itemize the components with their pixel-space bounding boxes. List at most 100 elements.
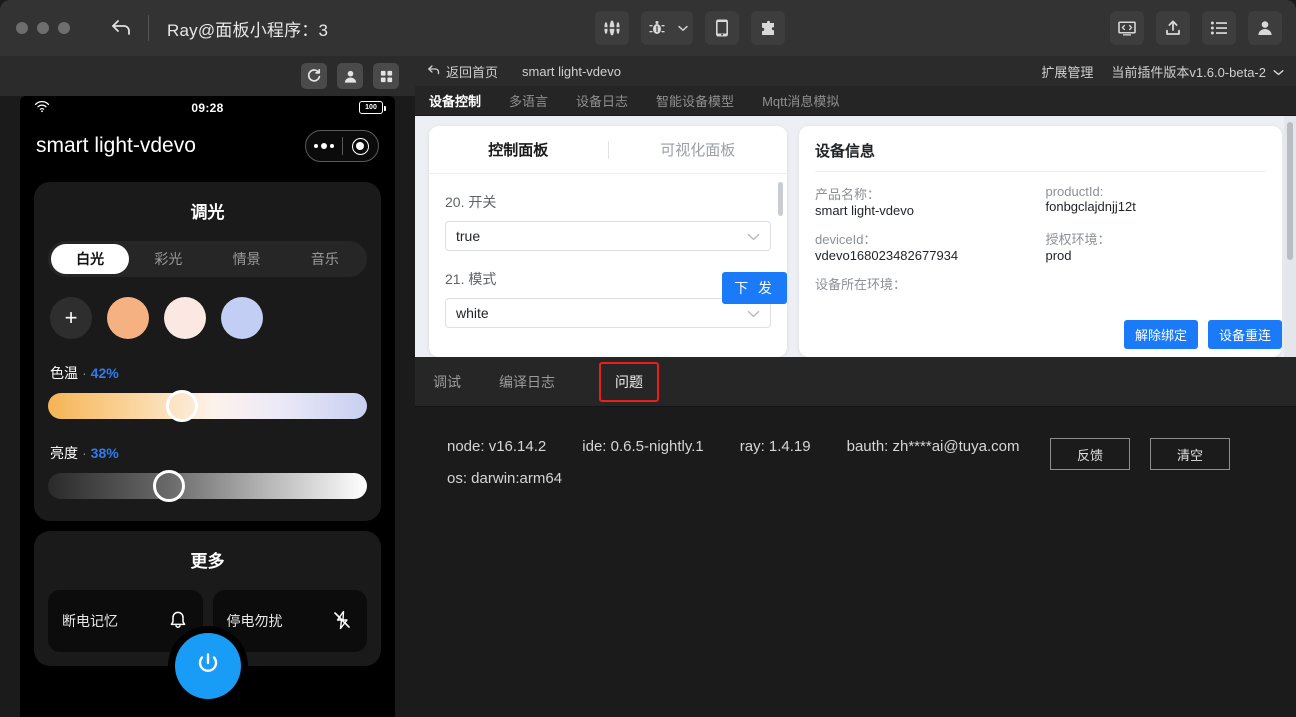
grid-icon[interactable] bbox=[373, 63, 399, 89]
back-home-button[interactable]: 返回首页 bbox=[427, 62, 498, 81]
upload-icon[interactable] bbox=[1156, 11, 1190, 45]
list-icon[interactable] bbox=[1202, 11, 1236, 45]
phone-header: smart light-vdevo bbox=[20, 120, 395, 172]
add-swatch-button[interactable]: + bbox=[50, 297, 92, 339]
more-title: 更多 bbox=[190, 552, 225, 571]
mini-program-capsule[interactable] bbox=[305, 130, 379, 162]
color-swatch-3[interactable] bbox=[221, 297, 263, 339]
toolbar-right-group bbox=[1110, 11, 1282, 45]
device-info-key: deviceId： bbox=[815, 232, 877, 247]
ptab-visual-panel[interactable]: 可视化面板 bbox=[609, 139, 788, 160]
breadcrumb-device-name: smart light-vdevo bbox=[522, 63, 621, 79]
tab-mqtt-simulation[interactable]: Mqtt消息模拟 bbox=[762, 91, 839, 110]
plugin-version-label: 当前插件版本v1.6.0-beta-2 bbox=[1111, 64, 1266, 80]
temperature-value: 42% bbox=[90, 365, 119, 381]
tab-smart-device-model[interactable]: 智能设备模型 bbox=[656, 91, 734, 110]
select-switch[interactable]: true bbox=[445, 221, 771, 251]
tile-no-disturb[interactable]: 停电勿扰 bbox=[212, 590, 367, 652]
color-swatch-row: + bbox=[50, 297, 367, 339]
reconnect-device-button[interactable]: 设备重连 bbox=[1207, 320, 1282, 349]
tile-power-memory-label: 断电记忆 bbox=[62, 613, 118, 629]
extension-manage-link[interactable]: 扩展管理 bbox=[1041, 62, 1093, 81]
bell-icon bbox=[167, 609, 189, 634]
puzzle-icon[interactable] bbox=[751, 11, 785, 45]
temperature-slider[interactable] bbox=[48, 390, 367, 422]
ptab-control-panel[interactable]: 控制面板 bbox=[429, 139, 608, 160]
control-panel-tabs: 控制面板 可视化面板 bbox=[429, 126, 787, 174]
window-traffic-lights[interactable] bbox=[16, 22, 70, 34]
refresh-icon[interactable] bbox=[301, 63, 327, 89]
account-icon[interactable] bbox=[337, 63, 363, 89]
dimming-mode-scene[interactable]: 情景 bbox=[208, 244, 286, 274]
console-tab-debug[interactable]: 调试 bbox=[433, 372, 461, 392]
power-button[interactable] bbox=[174, 633, 241, 699]
brightness-slider[interactable] bbox=[48, 470, 367, 502]
minimize-window-dot[interactable] bbox=[37, 22, 49, 34]
dimming-mode-white[interactable]: 白光 bbox=[51, 244, 130, 274]
temperature-separator: · bbox=[82, 365, 87, 381]
nav-tabs: 设备控制 多语言 设备日志 智能设备模型 Mqtt消息模拟 bbox=[415, 86, 1296, 116]
dimming-mode-tabs: 白光 彩光 情景 音乐 bbox=[48, 241, 367, 277]
device-info-key: 授权环境： bbox=[1045, 232, 1111, 247]
close-window-dot[interactable] bbox=[16, 22, 28, 34]
power-icon bbox=[193, 649, 223, 684]
color-swatch-1[interactable] bbox=[107, 297, 149, 339]
panes-container: 控制面板 可视化面板 20. 开关 true 21. 模式 white 下 发 … bbox=[415, 116, 1296, 357]
mobile-icon[interactable] bbox=[705, 11, 739, 45]
feedback-button[interactable]: 反馈 bbox=[1050, 438, 1130, 470]
control-panel-scrollbar[interactable] bbox=[778, 182, 783, 216]
log-node-version: node: v16.14.2 bbox=[447, 438, 547, 455]
bug-icon[interactable] bbox=[641, 11, 673, 45]
tab-multilanguage[interactable]: 多语言 bbox=[509, 91, 548, 110]
dimming-title: 调光 bbox=[190, 203, 225, 222]
back-home-label: 返回首页 bbox=[446, 64, 499, 80]
device-info-key: productId: bbox=[1045, 184, 1104, 199]
title-divider bbox=[148, 15, 149, 41]
phone-device-title: smart light-vdevo bbox=[36, 134, 196, 157]
simulator-column: 09:28 100 smart light-vdevo 调光 白光 彩光 情景 … bbox=[0, 56, 415, 717]
code-preview-icon[interactable] bbox=[1110, 11, 1144, 45]
console-tabs: 调试 编译日志 问题 bbox=[415, 357, 1296, 407]
dimming-card: 调光 白光 彩光 情景 音乐 + 色温 · 42% 亮度 · 38% bbox=[34, 182, 381, 521]
unbind-device-button[interactable]: 解除绑定 bbox=[1123, 320, 1198, 349]
title-bar: Ray@面板小程序：3 bbox=[0, 0, 1296, 56]
page-title: Ray@面板小程序：3 bbox=[167, 20, 329, 40]
send-command-button[interactable]: 下 发 bbox=[722, 272, 787, 304]
tab-device-control[interactable]: 设备控制 bbox=[429, 91, 481, 110]
battery-indicator: 100 bbox=[359, 101, 386, 114]
dimming-mode-music[interactable]: 音乐 bbox=[286, 244, 364, 274]
chevron-down-icon[interactable] bbox=[673, 11, 693, 45]
brightness-separator: · bbox=[82, 445, 87, 461]
console-tab-build-log[interactable]: 编译日志 bbox=[499, 372, 555, 392]
console-panel: 调试 编译日志 问题 node: v16.14.2 ide: 0.6.5-nig… bbox=[415, 357, 1296, 717]
plugin-version-dropdown[interactable]: 当前插件版本v1.6.0-beta-2 bbox=[1111, 62, 1284, 81]
device-info-cell-product-id: productId: fonbgclajdnjj12t bbox=[1046, 184, 1267, 222]
panes-scrollbar-thumb[interactable] bbox=[1287, 122, 1293, 260]
more-dots-icon[interactable] bbox=[306, 143, 342, 149]
dimming-mode-color[interactable]: 彩光 bbox=[129, 244, 207, 274]
undo-icon[interactable] bbox=[106, 12, 138, 44]
tile-power-memory[interactable]: 断电记忆 bbox=[48, 590, 203, 652]
debug-button-group bbox=[641, 11, 693, 45]
brightness-slider-knob[interactable] bbox=[153, 470, 186, 502]
brightness-label-text: 亮度 bbox=[50, 445, 78, 461]
tile-no-disturb-label: 停电勿扰 bbox=[226, 613, 283, 629]
select-switch-value: true bbox=[456, 228, 481, 244]
maximize-window-dot[interactable] bbox=[58, 22, 70, 34]
device-info-grid: 产品名称： smart light-vdevo productId: fonbg… bbox=[799, 172, 1282, 297]
phone-status-bar: 09:28 100 bbox=[20, 96, 395, 120]
breadcrumb-right-group: 扩展管理 当前插件版本v1.6.0-beta-2 bbox=[1041, 62, 1284, 81]
close-circle-icon[interactable] bbox=[343, 137, 379, 155]
console-tab-problems[interactable]: 问题 bbox=[599, 361, 659, 402]
temperature-label-text: 色温 bbox=[50, 365, 78, 381]
tab-device-log[interactable]: 设备日志 bbox=[576, 91, 628, 110]
device-info-key: 产品名称： bbox=[815, 187, 881, 202]
log-ray-version: ray: 1.4.19 bbox=[739, 438, 811, 455]
color-swatch-2[interactable] bbox=[164, 297, 206, 339]
account-icon[interactable] bbox=[1248, 11, 1282, 45]
waveform-icon[interactable] bbox=[595, 11, 629, 45]
clear-button[interactable]: 清空 bbox=[1150, 438, 1230, 470]
chevron-down-icon bbox=[747, 228, 760, 244]
device-info-value: prod bbox=[1045, 248, 1072, 263]
temperature-slider-knob[interactable] bbox=[165, 390, 198, 422]
